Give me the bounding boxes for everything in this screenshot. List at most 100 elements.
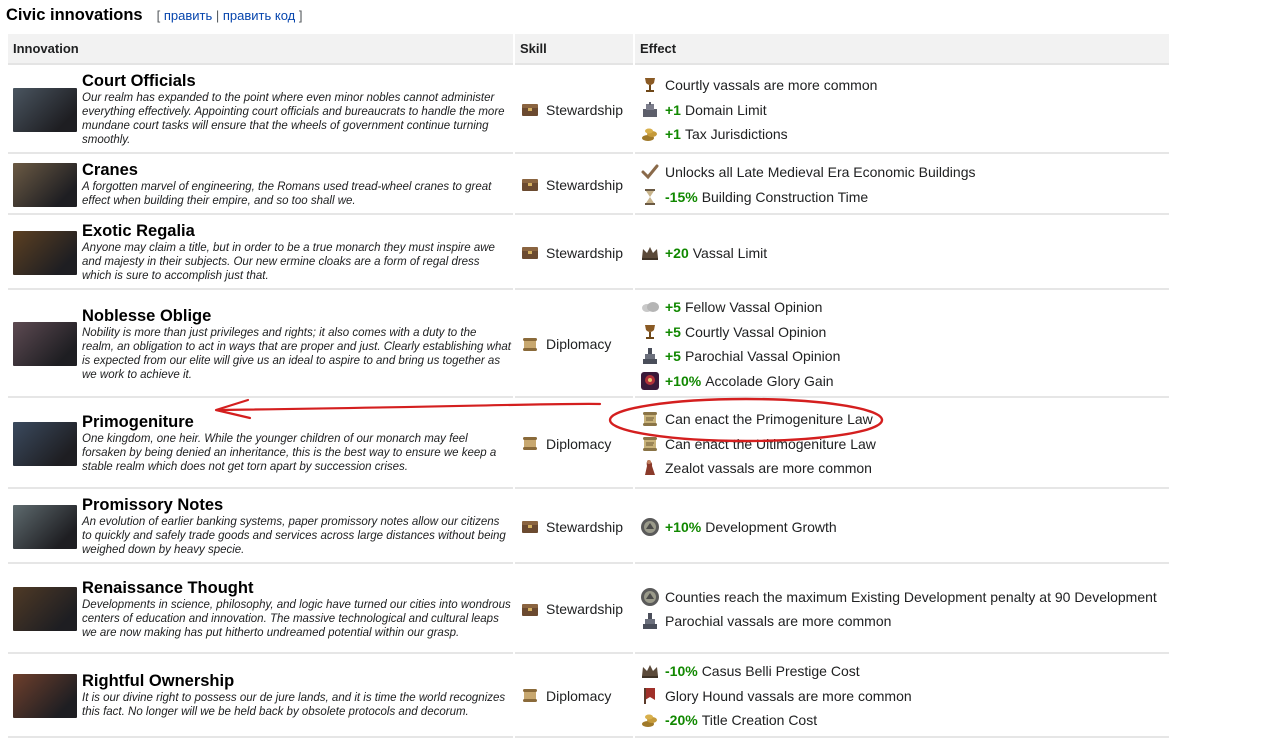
- skill-label: Stewardship: [546, 176, 624, 193]
- innovations-table: Innovation Skill Effect Court Officials O…: [6, 32, 1171, 740]
- skill-cell: Stewardship: [515, 566, 633, 654]
- innovation-cell: Renaissance Thought Developments in scien…: [8, 566, 513, 654]
- skill-cell: Stewardship: [515, 217, 633, 290]
- skill-label: Diplomacy: [546, 435, 612, 452]
- effect-value: -15%: [665, 188, 698, 205]
- table-row: Primogeniture One kingdom, one heir. Whil…: [8, 400, 1169, 489]
- edit-code-link[interactable]: править код: [223, 8, 295, 23]
- checkmark-icon: [639, 161, 661, 183]
- crown-icon: [639, 242, 661, 264]
- section-title: Civic innovations: [6, 6, 143, 24]
- skill-cell: Stewardship: [515, 156, 633, 215]
- effect-line: Courtly vassals are more common: [639, 73, 1169, 98]
- skill-label: Stewardship: [546, 244, 624, 261]
- effect-line: +20 Vassal Limit: [639, 240, 1169, 265]
- table-row: Noblesse Oblige Nobility is more than jus…: [8, 292, 1169, 398]
- cloud-icon: [639, 296, 661, 318]
- effect-line: Can enact the Ultimogeniture Law: [639, 431, 1169, 456]
- effect-line: -10% Casus Belli Prestige Cost: [639, 659, 1169, 684]
- innovation-description: Anyone may claim a title, but in order t…: [82, 242, 495, 282]
- skill-label: Diplomacy: [546, 336, 612, 352]
- effect-cell: Unlocks all Late Medieval Era Economic B…: [635, 156, 1169, 215]
- effect-line: +5 Fellow Vassal Opinion: [639, 295, 1169, 320]
- innovation-name: Primogeniture: [82, 413, 194, 431]
- effect-cell: Courtly vassals are more common +1 Domain …: [635, 67, 1169, 154]
- innovation-description: An evolution of earlier banking systems,…: [82, 516, 506, 556]
- effect-cell: +5 Fellow Vassal Opinion +5 Courtly Vassal …: [635, 292, 1169, 398]
- effect-value: +5: [665, 348, 681, 365]
- gold-icon: [639, 709, 661, 731]
- effect-text: Courtly Vassal Opinion: [684, 323, 827, 340]
- effect-cell: +10% Development Growth: [635, 491, 1169, 564]
- skill-label: Stewardship: [546, 601, 624, 617]
- innovation-description: One kingdom, one heir. While the younger…: [82, 433, 497, 473]
- effect-text: Zealot vassals are more common: [665, 460, 872, 476]
- innovation-cell: Cranes A forgotten marvel of engineering,…: [8, 156, 513, 215]
- zealot-icon: [639, 457, 661, 479]
- glory-icon: [639, 370, 661, 392]
- effect-line: +10% Development Growth: [639, 514, 1169, 539]
- effect-value: +20: [665, 244, 689, 261]
- innovation-cell: Noblesse Oblige Nobility is more than jus…: [8, 292, 513, 398]
- skill-cell: Diplomacy: [515, 400, 633, 489]
- effect-text: Parochial vassals are more common: [665, 613, 892, 630]
- effect-text: Development Growth: [705, 518, 837, 535]
- scroll-icon: [639, 433, 661, 455]
- effect-line: Unlocks all Late Medieval Era Economic B…: [639, 160, 1169, 185]
- skill-label: Stewardship: [546, 518, 624, 535]
- effect-text: Unlocks all Late Medieval Era Economic B…: [665, 164, 976, 181]
- effect-text: Courtly vassals are more common: [665, 77, 878, 93]
- development-icon: [639, 516, 661, 538]
- innovation-thumbnail: [13, 322, 77, 366]
- innovation-name: Exotic Regalia: [82, 222, 195, 240]
- innovation-thumbnail: [13, 230, 77, 275]
- innovation-description: Our realm has expanded to the point wher…: [82, 92, 505, 146]
- column-header-effect[interactable]: Effect: [635, 34, 1169, 65]
- effect-text: Building Construction Time: [701, 188, 869, 205]
- chalice-icon: [639, 74, 661, 96]
- innovation-cell: Promissory Notes An evolution of earlier …: [8, 491, 513, 564]
- column-header-skill[interactable]: Skill: [515, 34, 633, 65]
- innovation-name: Cranes: [82, 161, 138, 179]
- effect-text: Parochial Vassal Opinion: [684, 348, 841, 365]
- innovation-cell: Primogeniture One kingdom, one heir. Whil…: [8, 400, 513, 489]
- gold-icon: [639, 123, 661, 145]
- column-header-innovation[interactable]: Innovation: [8, 34, 513, 65]
- effect-line: +5 Courtly Vassal Opinion: [639, 320, 1169, 345]
- effect-text: Fellow Vassal Opinion: [684, 299, 823, 316]
- stewardship-icon: [521, 602, 539, 617]
- innovation-cell: Exotic Regalia Anyone may claim a title, …: [8, 217, 513, 290]
- effect-text: Accolade Glory Gain: [705, 372, 834, 389]
- effect-text: Title Creation Cost: [701, 712, 818, 729]
- effect-line: +1 Domain Limit: [639, 97, 1169, 122]
- edit-link[interactable]: править: [164, 8, 212, 23]
- stewardship-icon: [521, 102, 539, 117]
- innovation-name: Promissory Notes: [82, 496, 224, 514]
- innovation-cell: Rightful Ownership It is our divine right…: [8, 656, 513, 738]
- stewardship-icon: [521, 245, 539, 260]
- table-header-row: Innovation Skill Effect: [8, 34, 1169, 65]
- innovation-thumbnail: [13, 162, 77, 207]
- scroll-icon: [639, 408, 661, 430]
- skill-cell: Stewardship: [515, 491, 633, 564]
- stewardship-icon: [521, 519, 539, 534]
- effect-value: -10%: [665, 663, 698, 680]
- skill-cell: Diplomacy: [515, 292, 633, 398]
- banner-icon: [639, 685, 661, 707]
- innovation-cell: Court Officials Our realm has expanded to…: [8, 67, 513, 154]
- innovation-description: Nobility is more than just privileges an…: [82, 326, 511, 381]
- effect-line: -20% Title Creation Cost: [639, 708, 1169, 733]
- effect-text: Vassal Limit: [692, 244, 768, 261]
- effect-value: +5: [665, 299, 681, 316]
- chalice-icon: [639, 321, 661, 343]
- effect-line: Can enact the Primogeniture Law: [639, 407, 1169, 432]
- effect-cell: +20 Vassal Limit: [635, 217, 1169, 290]
- hourglass-icon: [639, 186, 661, 208]
- effect-value: +1: [665, 101, 681, 118]
- innovation-name: Noblesse Oblige: [82, 306, 212, 325]
- innovation-thumbnail: [13, 504, 77, 549]
- section-heading: Civic innovations [ править | править ко…: [6, 6, 302, 28]
- effect-text: Tax Jurisdictions: [684, 126, 788, 142]
- effect-line: Zealot vassals are more common: [639, 456, 1169, 481]
- innovation-name: Rightful Ownership: [82, 672, 235, 691]
